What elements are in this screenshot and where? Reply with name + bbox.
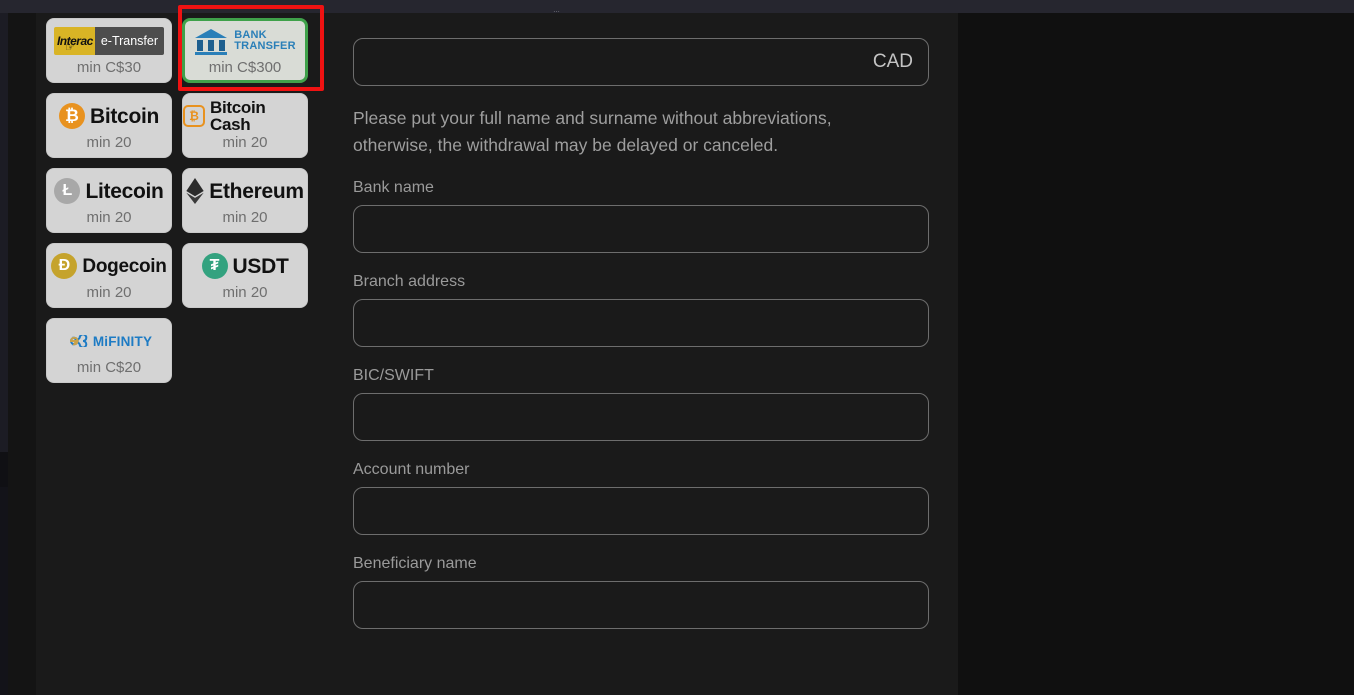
payment-method-min: min 20 xyxy=(86,284,132,301)
amount-field-wrapper: CAD xyxy=(353,38,929,86)
amount-input[interactable] xyxy=(353,38,929,86)
payment-method-name: Bitcoin Cash xyxy=(210,98,266,134)
payment-method-row: MiFINITY min C$20 xyxy=(46,318,308,383)
payment-method-bitcoin[interactable]: ₿ Bitcoin min 20 xyxy=(46,93,172,158)
litecoin-icon: Ł xyxy=(54,178,81,204)
payment-method-usdt[interactable]: ₮ USDT min 20 xyxy=(182,243,308,308)
payment-method-mifinity[interactable]: MiFINITY min C$20 xyxy=(46,318,172,383)
withdrawal-form: CAD Please put your full name and surnam… xyxy=(353,38,929,629)
payment-method-row: ₿ Bitcoin min 20 ₿ Bitcoin Cash min 20 xyxy=(46,93,308,158)
field-label-beneficiary-name: Beneficiary name xyxy=(353,555,477,572)
payment-method-name: Dogecoin xyxy=(82,255,167,277)
field-group-bic-swift: BIC/SWIFT xyxy=(353,368,929,441)
background-band-lower xyxy=(0,452,8,695)
payment-method-min: min C$30 xyxy=(76,59,142,76)
interac-logo-mark: Interac ☞ e-Transfer xyxy=(53,27,165,55)
payment-method-row: Interac ☞ e-Transfer min C$30 BANK TRANS… xyxy=(46,18,308,83)
payment-method-min: min 20 xyxy=(222,284,268,301)
payment-method-name: Litecoin xyxy=(85,179,164,203)
payment-method-min: min 20 xyxy=(222,209,268,226)
field-label-bic-swift: BIC/SWIFT xyxy=(353,367,434,384)
bank-logo-mark: BANK TRANSFER xyxy=(194,27,296,55)
interac-wordmark-block: Interac ☞ xyxy=(53,27,95,55)
ethereum-icon xyxy=(186,178,204,204)
top-chrome-strip: … xyxy=(0,0,1354,13)
bitcoin-cash-brand: ₿ Bitcoin Cash xyxy=(183,98,307,134)
bitcoin-cash-icon: ₿ xyxy=(183,105,205,127)
payment-method-min: min 20 xyxy=(86,209,132,226)
field-label-bank-name: Bank name xyxy=(353,179,434,196)
dogecoin-icon: Ð xyxy=(51,253,78,279)
payment-method-interac-etransfer[interactable]: Interac ☞ e-Transfer min C$30 xyxy=(46,18,172,83)
pointing-hand-icon: ☞ xyxy=(64,42,75,54)
payment-method-min: min 20 xyxy=(86,134,132,151)
form-note: Please put your full name and surname wi… xyxy=(353,108,832,155)
account-number-input[interactable] xyxy=(353,487,929,535)
payment-method-bank-transfer[interactable]: BANK TRANSFER min C$300 xyxy=(182,18,308,83)
payment-method-min: min C$20 xyxy=(76,359,142,376)
bic-swift-input[interactable] xyxy=(353,393,929,441)
branch-address-input[interactable] xyxy=(353,299,929,347)
ethereum-brand: Ethereum xyxy=(186,176,304,206)
bank-building-icon xyxy=(195,29,228,55)
infinity-icon xyxy=(69,335,88,347)
bank-name-input[interactable] xyxy=(353,205,929,253)
field-group-beneficiary-name: Beneficiary name xyxy=(353,556,929,629)
payment-method-litecoin[interactable]: Ł Litecoin min 20 xyxy=(46,168,172,233)
payment-method-list: Interac ☞ e-Transfer min C$30 BANK TRANS… xyxy=(46,18,308,393)
payment-method-name: Ethereum xyxy=(209,179,304,203)
dogecoin-brand: Ð Dogecoin xyxy=(51,251,167,281)
etransfer-block: e-Transfer xyxy=(94,27,165,55)
beneficiary-name-input[interactable] xyxy=(353,581,929,629)
payment-method-min: min C$300 xyxy=(208,59,282,76)
payment-method-name: Bitcoin xyxy=(89,104,160,128)
bitcoin-icon: ₿ xyxy=(58,103,85,129)
payment-method-bitcoin-cash[interactable]: ₿ Bitcoin Cash min 20 xyxy=(182,93,308,158)
mifinity-logo-mark: MiFINITY xyxy=(66,334,152,349)
bank-transfer-line2: TRANSFER xyxy=(234,40,296,52)
bank-transfer-wordmark: BANK TRANSFER xyxy=(234,30,296,52)
payment-method-row: Ł Litecoin min 20 Ethereum min 20 xyxy=(46,168,308,233)
field-label-account-number: Account number xyxy=(353,461,470,478)
app-root: … Interac ☞ e-Transfer min C$30 BANK TRA… xyxy=(0,0,1354,695)
interac-wordmark: Interac xyxy=(56,34,93,48)
usdt-icon: ₮ xyxy=(201,253,228,279)
background-band-edge xyxy=(0,452,8,487)
field-group-account-number: Account number xyxy=(353,462,929,535)
field-group-bank-name: Bank name xyxy=(353,180,929,253)
payment-method-min: min 20 xyxy=(222,134,268,151)
payment-method-dogecoin[interactable]: Ð Dogecoin min 20 xyxy=(46,243,172,308)
bitcoin-brand: ₿ Bitcoin xyxy=(58,101,160,131)
bank-transfer-logo: BANK TRANSFER xyxy=(194,26,296,56)
payment-method-ethereum[interactable]: Ethereum min 20 xyxy=(182,168,308,233)
field-label-branch-address: Branch address xyxy=(353,273,466,290)
payment-method-row: Ð Dogecoin min 20 ₮ USDT min 20 xyxy=(46,243,308,308)
mifinity-wordmark: MiFINITY xyxy=(92,333,153,349)
field-group-branch-address: Branch address xyxy=(353,274,929,347)
mifinity-logo: MiFINITY xyxy=(66,326,152,356)
litecoin-brand: Ł Litecoin xyxy=(54,176,164,206)
background-band-inner xyxy=(8,13,36,695)
interac-etransfer-logo: Interac ☞ e-Transfer xyxy=(53,26,165,56)
payment-method-name: USDT xyxy=(232,254,289,278)
usdt-brand: ₮ USDT xyxy=(201,251,289,281)
etransfer-wordmark: e-Transfer xyxy=(100,34,159,48)
